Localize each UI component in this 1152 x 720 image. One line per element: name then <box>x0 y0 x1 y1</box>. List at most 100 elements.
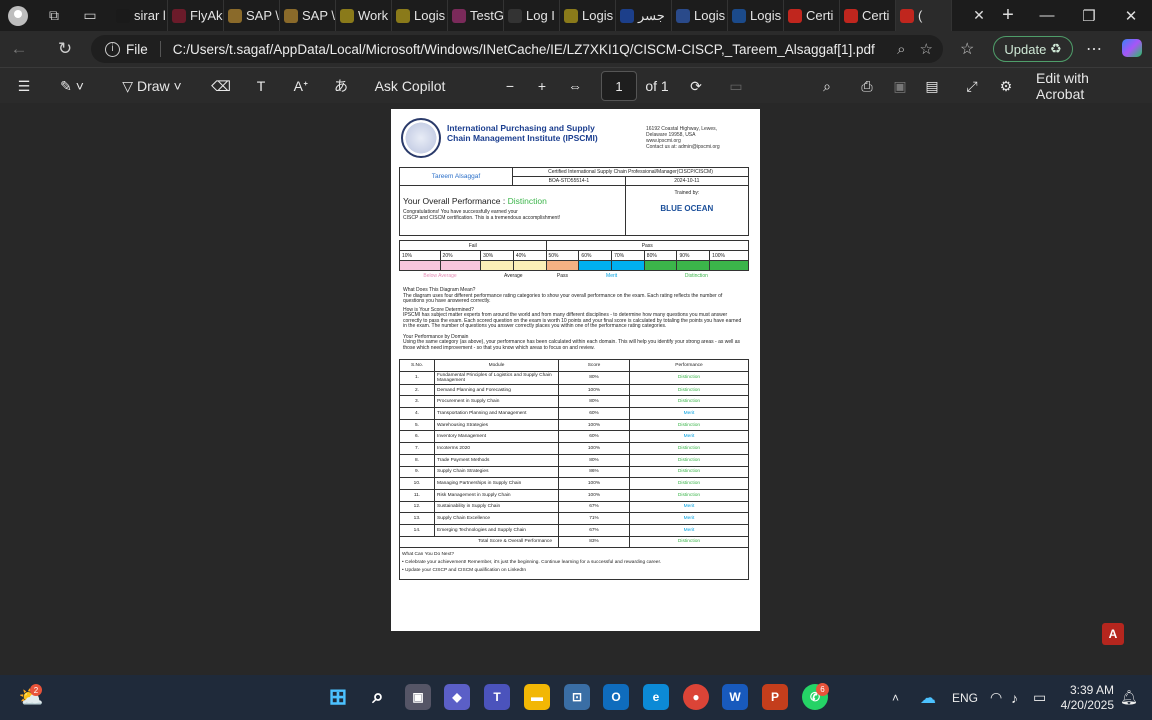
search-icon[interactable]: ⌕ <box>815 68 839 104</box>
ask-copilot-button[interactable]: Ask Copilot <box>370 68 450 104</box>
edit-with-acrobat-button[interactable]: Edit with Acrobat <box>1036 68 1140 104</box>
edge-icon[interactable]: e <box>643 684 669 710</box>
word-icon[interactable]: W <box>722 684 748 710</box>
address-line: Contact us at: admin@ipscmi.org <box>646 144 720 150</box>
store-icon[interactable]: ⊡ <box>564 684 590 710</box>
powerpoint-icon[interactable]: P <box>762 684 788 710</box>
acrobat-icon[interactable]: A <box>1102 623 1124 645</box>
browser-tab[interactable]: Certi <box>840 0 896 31</box>
file-explorer-icon[interactable]: ▬ <box>524 684 550 710</box>
battery-icon[interactable]: ▭ <box>1033 675 1046 720</box>
read-aloud-icon[interactable]: Aᐩ <box>288 68 314 104</box>
erase-icon[interactable]: ⌫ <box>208 68 234 104</box>
outlook-icon[interactable]: O <box>603 684 629 710</box>
browser-tab[interactable]: Log I <box>504 0 560 31</box>
contents-icon[interactable]: ☰ <box>10 68 38 104</box>
teams-icon[interactable]: T <box>484 684 510 710</box>
translate-icon[interactable]: あ <box>328 68 354 104</box>
page-number-input[interactable]: 1 <box>601 71 637 101</box>
minimize-button[interactable]: — <box>1026 0 1068 31</box>
copilot-taskbar-icon[interactable]: ◆ <box>444 684 470 710</box>
browser-tab[interactable]: Logis <box>392 0 448 31</box>
table-cell: 71% <box>558 512 630 525</box>
address-bar[interactable]: i File C:/Users/t.sagaf/AppData/Local/Mi… <box>91 35 943 63</box>
tab-favicon-icon <box>844 8 858 23</box>
settings-gear-icon[interactable]: ⚙ <box>994 68 1018 104</box>
zoom-icon[interactable]: ⌕ <box>897 41 905 58</box>
band-pass: Pass <box>556 272 569 279</box>
tab-label: SAP \ <box>302 8 336 23</box>
save-as-icon[interactable]: ▤ <box>920 68 944 104</box>
table-cell: 4. <box>399 407 435 420</box>
browser-tab[interactable]: Logis <box>560 0 616 31</box>
browser-tab[interactable]: Certi <box>784 0 840 31</box>
browser-tab[interactable]: TestG <box>448 0 504 31</box>
browser-tab[interactable]: FlyAk <box>168 0 224 31</box>
tab-label: Log I <box>526 8 555 23</box>
zoom-out-icon[interactable]: − <box>498 68 522 104</box>
add-text-icon[interactable]: T <box>248 68 274 104</box>
refresh-button[interactable]: ↻ <box>46 31 84 67</box>
network-icon[interactable]: ◠ <box>990 675 1002 720</box>
browser-tab[interactable]: sirar l <box>112 0 168 31</box>
rotate-icon[interactable]: ⟳ <box>684 68 708 104</box>
save-icon[interactable]: ▣ <box>888 68 912 104</box>
chrome-icon[interactable]: ● <box>683 684 709 710</box>
browser-tab[interactable]: SAP \ <box>280 0 336 31</box>
url-text[interactable]: C:/Users/t.sagaf/AppData/Local/Microsoft… <box>173 42 875 57</box>
print-icon[interactable]: ⎙ <box>855 68 879 104</box>
tab-label: sirar l <box>134 8 166 23</box>
tray-chevron-icon[interactable]: ˄ <box>892 675 899 720</box>
search-taskbar-icon[interactable]: ⌕ <box>365 684 391 710</box>
browser-tab[interactable]: Logis <box>672 0 728 31</box>
task-view-icon[interactable]: ▣ <box>405 684 431 710</box>
highlight-icon[interactable]: ✎ ˅ <box>52 68 92 104</box>
table-cell: Merit <box>629 430 749 444</box>
tab-close-icon[interactable]: ✕ <box>968 7 990 24</box>
table-cell: 86% <box>558 465 630 479</box>
close-window-button[interactable]: ✕ <box>1110 0 1152 31</box>
table-row: 6. Inventory Management 60% Merit <box>399 430 749 444</box>
profile-avatar[interactable] <box>0 0 36 31</box>
workspaces-icon[interactable]: ⧉ <box>36 0 72 31</box>
tab-favicon-icon <box>564 8 578 23</box>
fit-page-icon[interactable]: ⇔ <box>563 68 587 104</box>
copilot-icon[interactable] <box>1122 39 1142 57</box>
restore-button[interactable]: ❐ <box>1068 0 1110 31</box>
table-cell: Managing Partnerships in Supply Chain <box>434 477 559 490</box>
notifications-icon[interactable]: 🔔︎ <box>1120 675 1138 720</box>
onedrive-icon[interactable]: ☁ <box>920 675 936 720</box>
tab-favicon-icon <box>396 8 410 23</box>
favorite-star-icon[interactable]: ☆ <box>920 40 933 58</box>
zoom-in-icon[interactable]: + <box>530 68 554 104</box>
browser-tab[interactable]: SAP \ <box>224 0 280 31</box>
scale-percent: 40% <box>512 250 547 261</box>
browser-tab[interactable]: ( <box>896 0 952 31</box>
table-row: 13. Supply Chain Excellence 71% Merit <box>399 512 749 525</box>
update-button[interactable]: Update ♻ <box>993 36 1073 62</box>
info-icon[interactable]: i <box>105 41 120 57</box>
language-indicator[interactable]: ENG <box>952 675 978 720</box>
overall-result: Distinction <box>507 196 547 206</box>
tab-label: Logis <box>582 8 614 23</box>
back-button[interactable]: ← <box>0 31 38 67</box>
browser-tab[interactable]: Work <box>336 0 392 31</box>
draw-button[interactable]: ▽ Draw ˅ <box>112 68 192 104</box>
table-cell: Merit <box>629 512 749 525</box>
vertical-tabs-icon[interactable]: ▭ <box>72 0 108 31</box>
tab-label: Certi <box>806 8 834 23</box>
pdf-viewer[interactable]: International Purchasing and Supply Chai… <box>0 103 1152 675</box>
start-icon[interactable]: ⊞ <box>325 684 351 710</box>
more-menu-icon[interactable]: ⋯ <box>1086 39 1102 59</box>
table-cell: Fundamental Principles of Logistics and … <box>434 370 559 385</box>
fullscreen-icon[interactable]: ⤢ <box>960 68 984 104</box>
volume-icon[interactable]: ♪ <box>1011 675 1018 720</box>
page-view-icon[interactable]: ▭ <box>724 68 748 104</box>
blue-ocean-logo: BLUE OCEAN <box>660 204 714 213</box>
table-row: 5. Warehousing Strategies 100% Distinction <box>399 418 749 432</box>
clock[interactable]: 3:39 AM 4/20/2025 <box>1061 675 1114 720</box>
favorites-icon[interactable]: ☆ <box>960 39 974 59</box>
browser-tab[interactable]: Logis <box>728 0 784 31</box>
new-tab-button[interactable]: + <box>990 4 1026 27</box>
browser-tab[interactable]: جسر <box>616 0 672 31</box>
